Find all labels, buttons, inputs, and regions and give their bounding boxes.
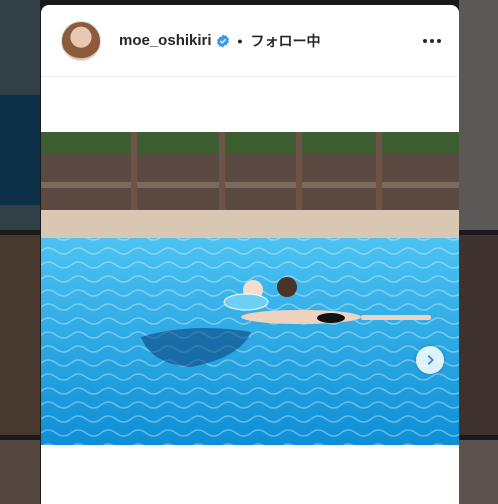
post-media (41, 77, 459, 504)
follow-button[interactable]: フォロー中 (250, 31, 320, 51)
post-header: moe_oshikiri • フォロー中 (41, 5, 459, 77)
verified-badge-icon (216, 33, 230, 48)
avatar[interactable] (61, 20, 101, 61)
more-options-icon[interactable] (423, 38, 441, 43)
chevron-right-icon (427, 354, 434, 366)
next-photo-button[interactable] (416, 346, 444, 374)
username-link[interactable]: moe_oshikiri (119, 32, 212, 49)
post-modal: moe_oshikiri • フォロー中 (41, 5, 459, 504)
post-photo (41, 132, 459, 445)
separator-dot: • (237, 32, 243, 49)
